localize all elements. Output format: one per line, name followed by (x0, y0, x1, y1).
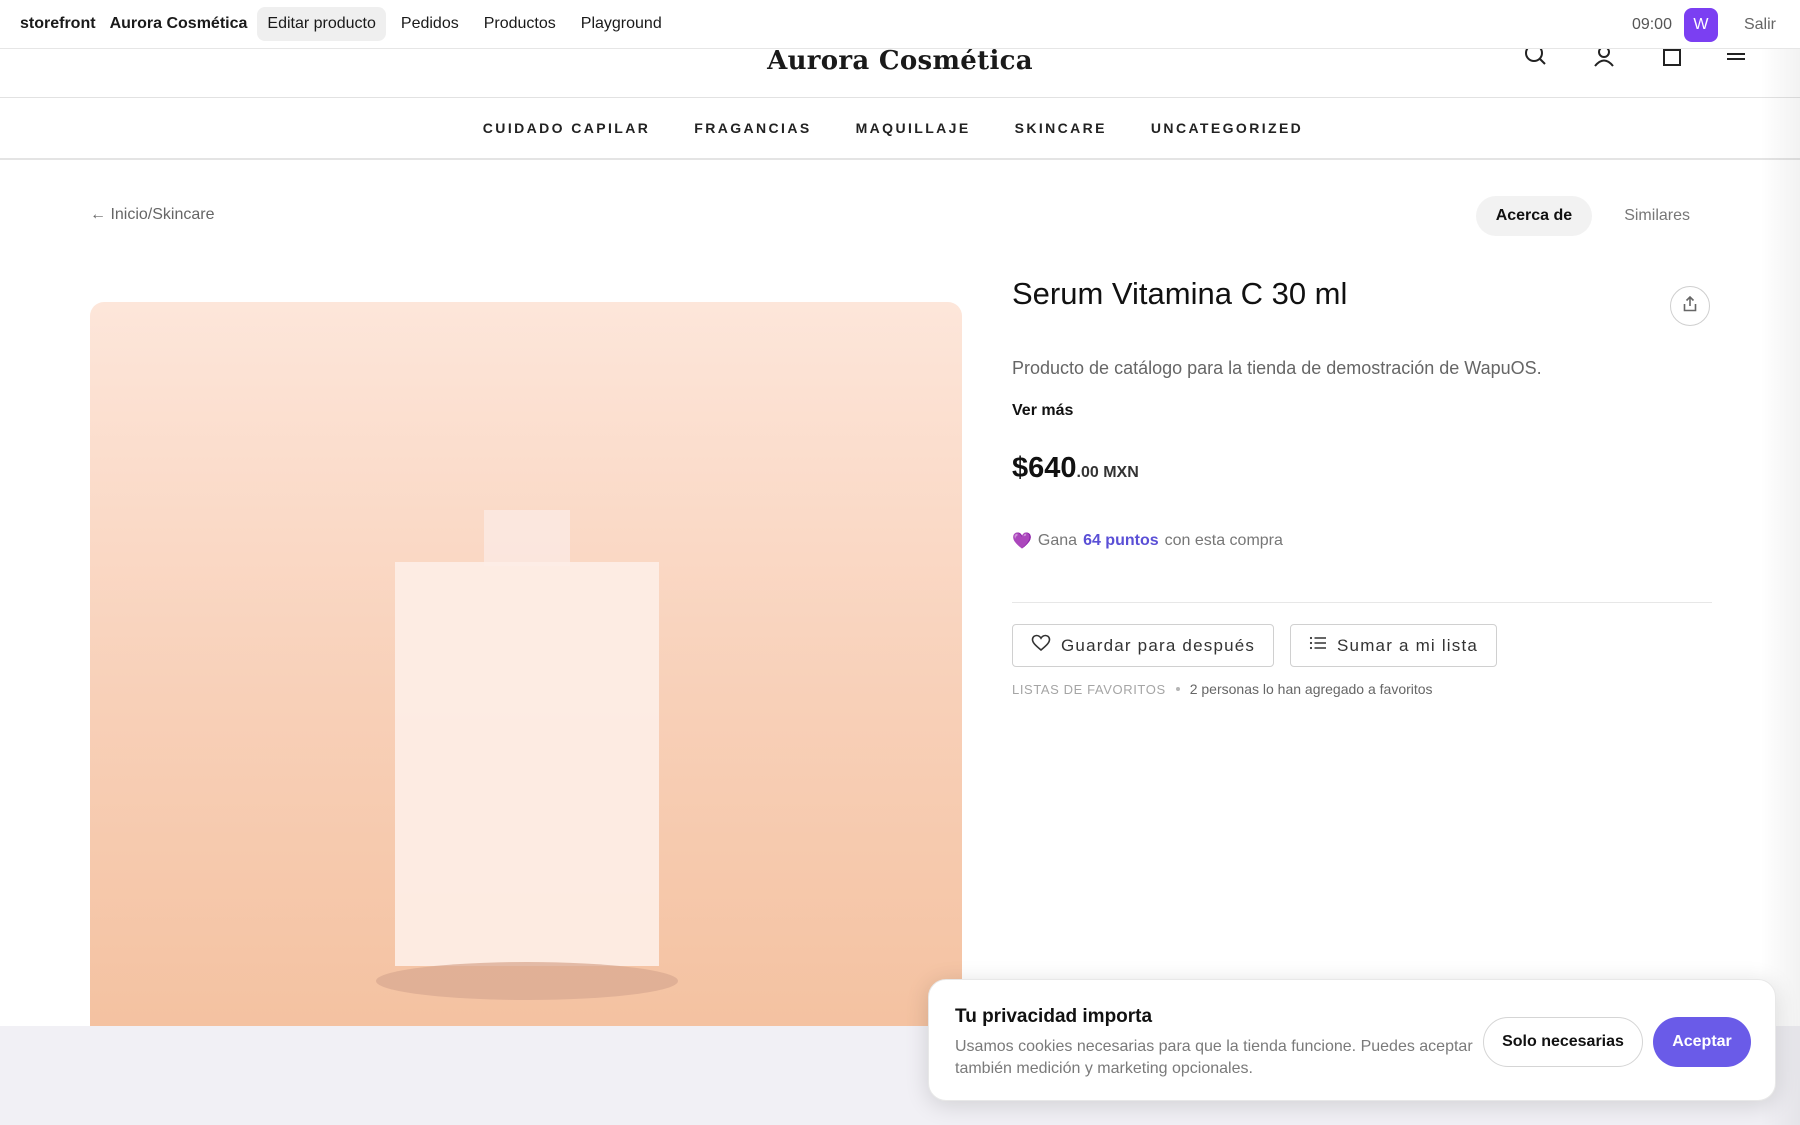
product-price: $640.00 MXN (1012, 452, 1139, 485)
os-bar-right: 09:00 W Salir (1632, 0, 1776, 49)
search-icon[interactable] (1524, 49, 1552, 69)
see-more-link[interactable]: Ver más (1012, 402, 1073, 420)
points-amount: 64 puntos (1083, 532, 1159, 549)
category-skincare[interactable]: SKINCARE (1015, 120, 1107, 136)
points-before: Gana (1037, 532, 1078, 549)
save-for-later-button[interactable]: Guardar para después (1012, 624, 1275, 667)
cookie-text: Usamos cookies necesarias para que la ti… (955, 1038, 1473, 1077)
add-to-list-button[interactable]: Sumar a mi lista (1290, 624, 1498, 667)
breadcrumb[interactable]: ← Inicio/Skincare (90, 206, 215, 224)
loyalty-points: 💜 Gana 64 puntos con esta compra (1012, 531, 1283, 551)
points-after: con esta compra (1164, 532, 1283, 549)
heart-icon (1031, 634, 1051, 657)
menu-products[interactable]: Productos (474, 7, 566, 41)
only-necessary-button[interactable]: Solo necesarias (1483, 1017, 1643, 1067)
back-arrow-icon[interactable]: ← (90, 206, 106, 223)
cookie-title: Tu privacidad importa (955, 1006, 1153, 1027)
bottle-body-shape (395, 562, 659, 966)
clock: 09:00 (1631, 15, 1672, 33)
breadcrumb-path[interactable]: Inicio/Skincare (110, 206, 214, 223)
share-icon (1681, 295, 1699, 318)
user-icon[interactable] (1592, 49, 1620, 69)
favorites-label: LISTAS DE FAVORITOS (1012, 681, 1166, 697)
cookie-banner: Tu privacidad importa Usamos cookies nec… (928, 979, 1776, 1101)
category-maquillaje[interactable]: MAQUILLAJE (856, 120, 971, 136)
category-nav: CUIDADO CAPILAR FRAGANCIAS MAQUILLAJE SK… (0, 98, 1800, 160)
menu-playground[interactable]: Playground (571, 7, 672, 41)
share-button[interactable] (1670, 286, 1710, 326)
exit-button[interactable]: Salir (1744, 16, 1776, 34)
edge-shadow (1760, 49, 1800, 1125)
price-cents: .00 (1076, 464, 1099, 481)
app-name: storefront (20, 15, 96, 32)
avatar[interactable]: W (1683, 7, 1718, 42)
bottle-cap-shape (484, 510, 570, 566)
menu-edit-product[interactable]: Editar producto (257, 7, 386, 41)
separator-dot (1175, 687, 1180, 691)
menu-orders[interactable]: Pedidos (391, 7, 469, 41)
product-title: Serum Vitamina C 30 ml (1012, 276, 1348, 311)
product-image[interactable] (90, 302, 962, 1026)
price-main: $640 (1012, 452, 1077, 484)
category-fragancias[interactable]: FRAGANCIAS (694, 120, 811, 136)
price-currency: MXN (1103, 464, 1139, 481)
save-for-later-label: Guardar para después (1061, 635, 1256, 655)
add-to-list-label: Sumar a mi lista (1337, 635, 1479, 655)
category-cuidado-capilar[interactable]: CUIDADO CAPILAR (483, 120, 650, 136)
menu-icon[interactable] (1724, 49, 1752, 69)
store-name[interactable]: Aurora Cosmética (110, 15, 248, 33)
bottle-shadow-shape (376, 962, 678, 1000)
product-tabs: Acerca de Similares (1475, 196, 1710, 236)
favorites-count: 2 personas lo han agregado a favoritos (1189, 681, 1433, 697)
favorites-note: LISTAS DE FAVORITOS 2 personas lo han ag… (1012, 681, 1433, 697)
category-uncategorized[interactable]: UNCATEGORIZED (1151, 120, 1303, 136)
list-icon (1309, 635, 1327, 656)
divider (1012, 602, 1712, 603)
bag-icon[interactable] (1660, 49, 1688, 69)
tab-acerca-de[interactable]: Acerca de (1475, 196, 1593, 236)
store-header: Aurora Cosmética (0, 48, 1800, 98)
product-description: Producto de catálogo para la tienda de d… (1012, 358, 1542, 378)
accept-button[interactable]: Aceptar (1653, 1017, 1751, 1067)
purple-heart-icon: 💜 (1012, 533, 1032, 550)
tab-similares[interactable]: Similares (1604, 196, 1710, 236)
os-top-bar: storefront Aurora Cosmética Editar produ… (0, 0, 1800, 49)
